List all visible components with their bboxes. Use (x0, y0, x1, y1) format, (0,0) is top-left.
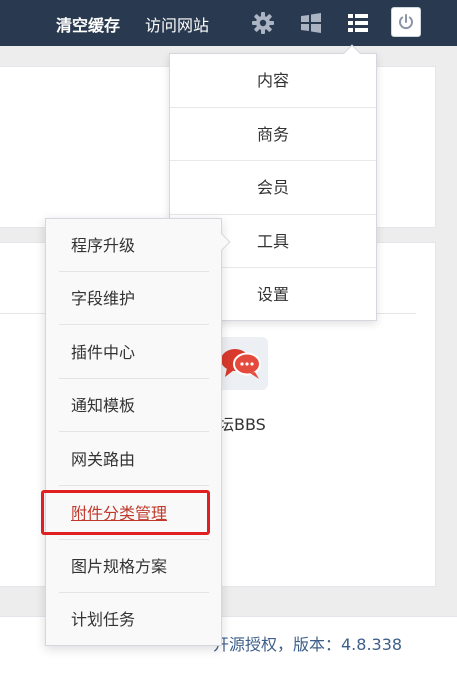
submenu-item-field-maintenance[interactable]: 字段维护 (59, 272, 209, 325)
menu-list-icon[interactable] (345, 9, 373, 37)
license-version-text: 开源授权，版本：4.8.338 (213, 635, 403, 654)
chat-bubbles-icon (221, 349, 261, 379)
windows-icon[interactable] (298, 9, 326, 37)
submenu-item-attachment-categories[interactable]: 附件分类管理 (59, 487, 209, 540)
menu-item-business[interactable]: 商务 (170, 107, 376, 160)
menu-item-content[interactable]: 内容 (170, 54, 376, 107)
submenu-item-gateway-routes[interactable]: 网关路由 (59, 433, 209, 486)
submenu-item-program-upgrade[interactable]: 程序升级 (59, 219, 209, 272)
submenu-item-notify-templates[interactable]: 通知模板 (59, 379, 209, 432)
bbs-app-label[interactable]: 坛BBS (218, 411, 266, 435)
power-icon[interactable] (391, 7, 421, 37)
bbs-app-tile[interactable] (215, 337, 268, 390)
top-navbar: 清空缓存 访问网站 (0, 0, 457, 46)
submenu-item-plugin-center[interactable]: 插件中心 (59, 326, 209, 379)
submenu-item-image-spec-schemes[interactable]: 图片规格方案 (59, 540, 209, 593)
submenu-item-scheduled-tasks[interactable]: 计划任务 (59, 593, 209, 646)
menu-item-members[interactable]: 会员 (170, 160, 376, 213)
visit-site-link[interactable]: 访问网站 (145, 12, 209, 36)
gear-icon[interactable] (250, 9, 278, 37)
clear-cache-link[interactable]: 清空缓存 (56, 12, 120, 36)
tools-submenu: 程序升级 字段维护 插件中心 通知模板 网关路由 附件分类管理 图片规格方案 计… (45, 218, 231, 646)
